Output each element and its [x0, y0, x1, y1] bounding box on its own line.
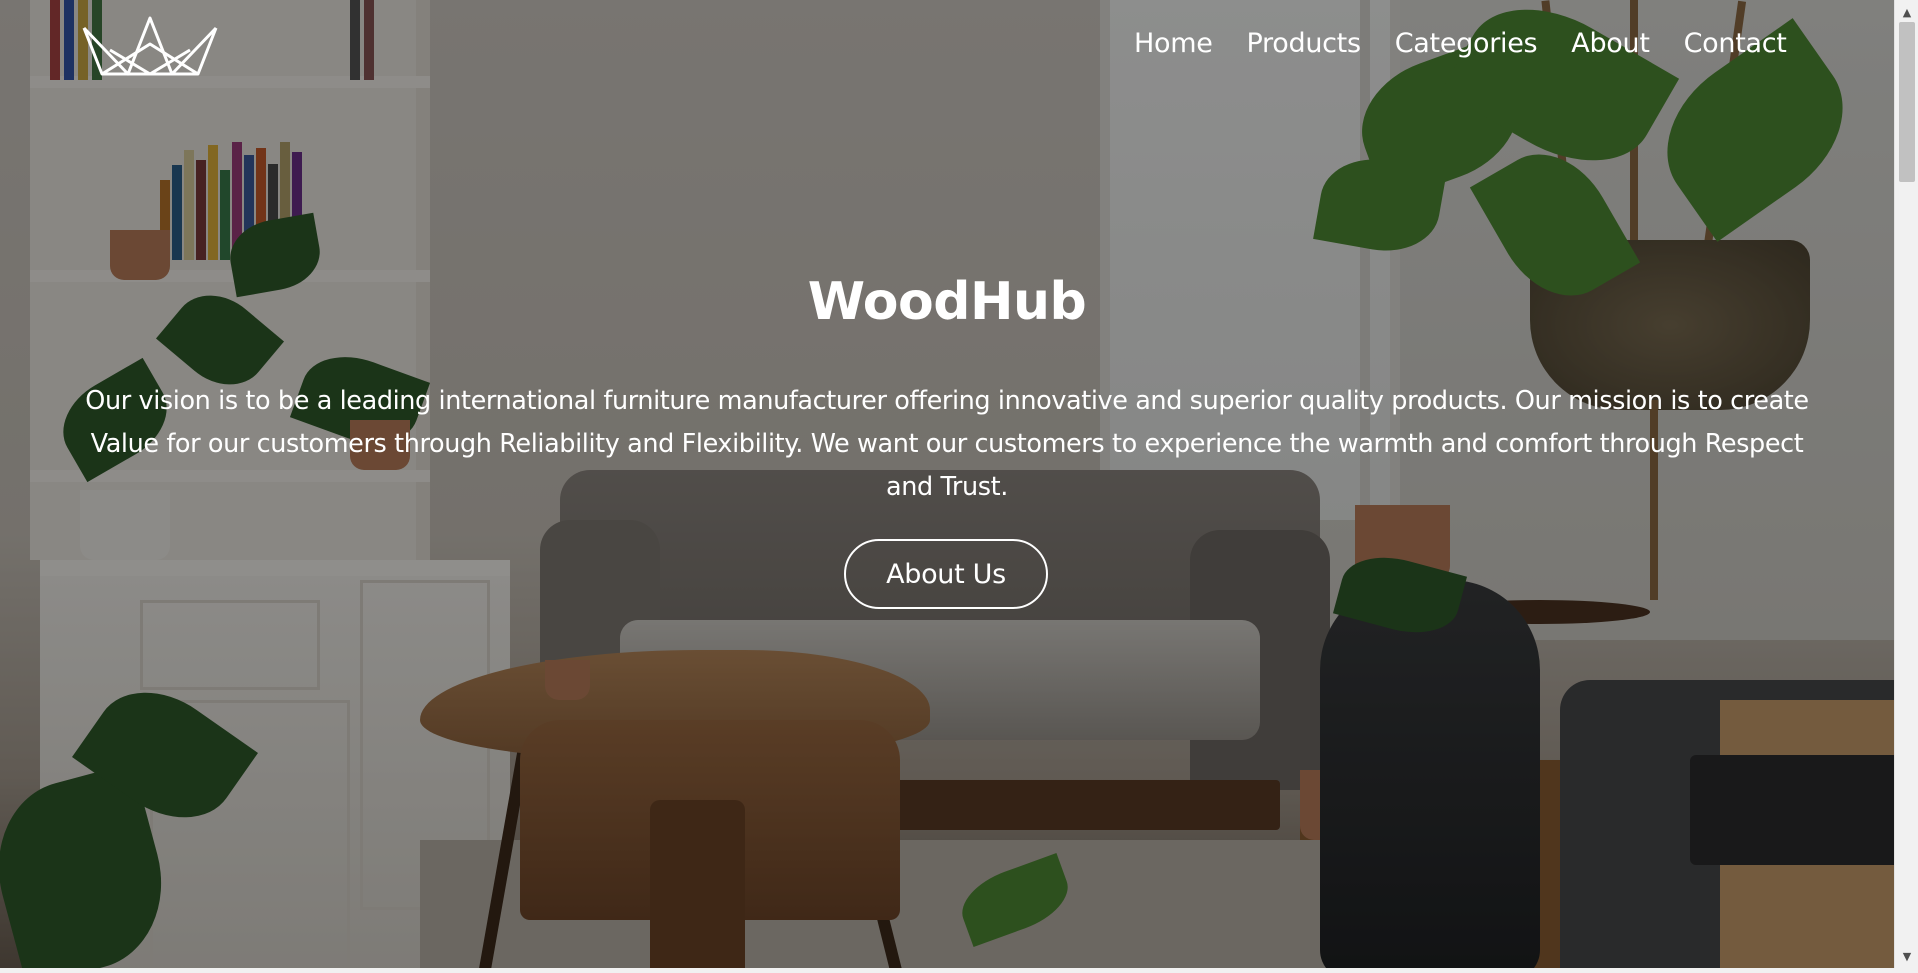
nav-home[interactable]: Home	[1134, 28, 1213, 59]
hero-description: Our vision is to be a leading internatio…	[85, 386, 1809, 502]
about-us-button[interactable]: About Us	[844, 539, 1048, 609]
crown-icon[interactable]	[80, 14, 220, 78]
nav-products[interactable]: Products	[1247, 28, 1361, 59]
main-nav: Home Products Categories About Contact	[1134, 28, 1787, 59]
scroll-down-icon[interactable]: ▼	[1895, 946, 1918, 966]
scroll-up-icon[interactable]: ▲	[1895, 2, 1918, 22]
nav-contact[interactable]: Contact	[1684, 28, 1787, 59]
vertical-scrollbar[interactable]: ▲ ▼	[1894, 0, 1918, 968]
hero-title: WoodHub	[807, 272, 1087, 332]
nav-categories[interactable]: Categories	[1395, 28, 1538, 59]
scroll-thumb[interactable]	[1899, 22, 1915, 182]
nav-about[interactable]: About	[1571, 28, 1650, 59]
horizontal-scrollbar-track	[0, 968, 1918, 973]
